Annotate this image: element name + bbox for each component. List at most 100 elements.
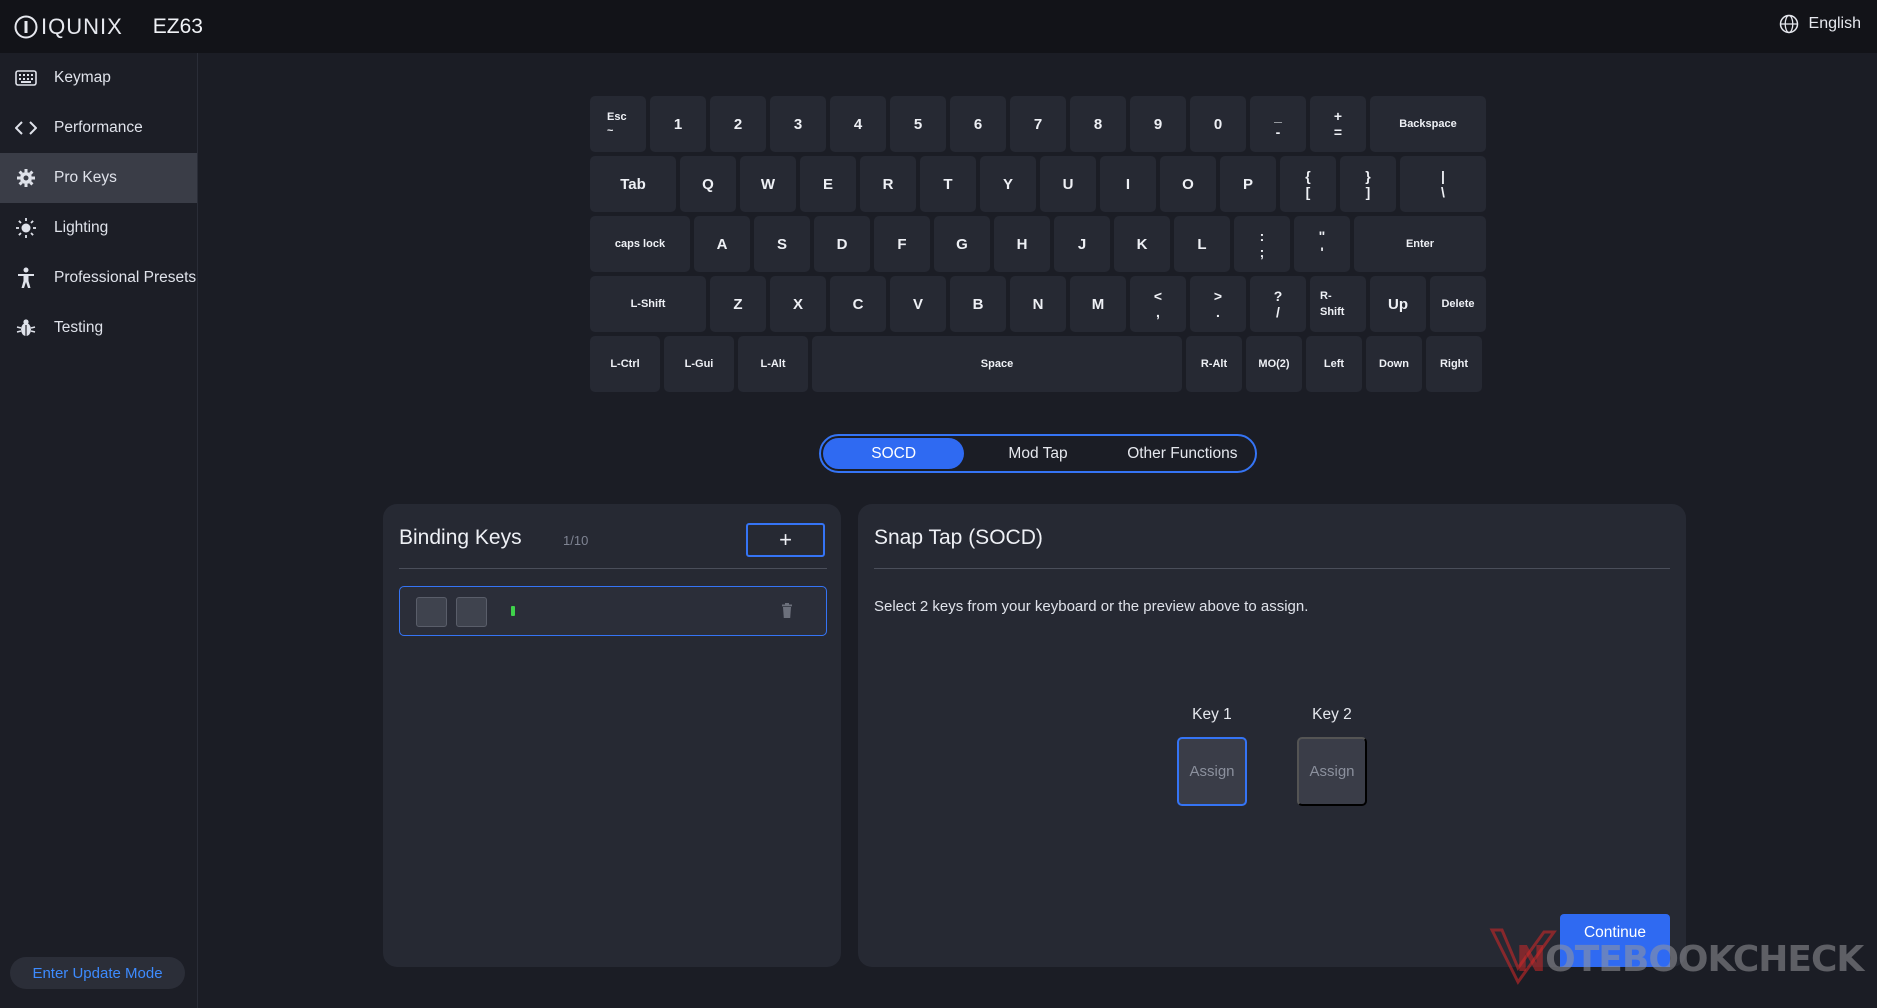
- key-top-legend: |: [1441, 168, 1445, 184]
- key-top-legend: Esc: [607, 111, 627, 123]
- key-bottom-legend: =: [1333, 124, 1343, 140]
- key-f[interactable]: F: [874, 216, 930, 272]
- key-x[interactable]: X: [770, 276, 826, 332]
- key-l-ctrl[interactable]: L-Ctrl: [590, 336, 660, 392]
- key-h[interactable]: H: [994, 216, 1050, 272]
- sidebar-item-testing[interactable]: Testing: [0, 303, 197, 353]
- key-[interactable]: ? /: [1250, 276, 1306, 332]
- tab-mod-tap[interactable]: Mod Tap: [964, 438, 1111, 469]
- key-5[interactable]: 5: [890, 96, 946, 152]
- key-2[interactable]: 2: [710, 96, 766, 152]
- top-bar: IQUNIX EZ63 English: [0, 0, 1877, 53]
- key-0[interactable]: 0: [1190, 96, 1246, 152]
- language-selector[interactable]: English: [1779, 14, 1861, 34]
- key-n[interactable]: N: [1010, 276, 1066, 332]
- key-up[interactable]: Up: [1370, 276, 1426, 332]
- key-right[interactable]: Right: [1426, 336, 1482, 392]
- brand-logo: IQUNIX: [13, 14, 123, 40]
- key-bottom-legend: ~: [607, 125, 614, 137]
- key-i[interactable]: I: [1100, 156, 1156, 212]
- key-m[interactable]: M: [1070, 276, 1126, 332]
- key-enter[interactable]: Enter: [1354, 216, 1486, 272]
- key-y[interactable]: Y: [980, 156, 1036, 212]
- key-bottom-legend: /: [1276, 304, 1280, 320]
- key-top-legend: _: [1274, 108, 1282, 124]
- sidebar-item-keymap[interactable]: Keymap: [0, 53, 197, 103]
- key-[interactable]: <,: [1130, 276, 1186, 332]
- key-9[interactable]: 9: [1130, 96, 1186, 152]
- key-w[interactable]: W: [740, 156, 796, 212]
- binding-row[interactable]: [399, 586, 827, 636]
- key-top-legend: }: [1365, 168, 1371, 184]
- assign-key2-button[interactable]: Assign: [1297, 737, 1367, 806]
- key-[interactable]: " ': [1294, 216, 1350, 272]
- key-4[interactable]: 4: [830, 96, 886, 152]
- key-[interactable]: >.: [1190, 276, 1246, 332]
- key-6[interactable]: 6: [950, 96, 1006, 152]
- binding-key-slot-1[interactable]: [416, 597, 447, 627]
- key-[interactable]: :;: [1234, 216, 1290, 272]
- key-bottom-legend: ': [1320, 244, 1324, 260]
- key-1[interactable]: 1: [650, 96, 706, 152]
- key-l[interactable]: L: [1174, 216, 1230, 272]
- key-bottom-legend: ,: [1156, 304, 1160, 320]
- key-left[interactable]: Left: [1306, 336, 1362, 392]
- tab-socd[interactable]: SOCD: [823, 438, 965, 469]
- key-[interactable]: {[: [1280, 156, 1336, 212]
- binding-key-slot-2[interactable]: [456, 597, 487, 627]
- key-[interactable]: }]: [1340, 156, 1396, 212]
- key-space[interactable]: Space: [812, 336, 1182, 392]
- sidebar-item-lighting[interactable]: Lighting: [0, 203, 197, 253]
- assign-key1-button[interactable]: Assign: [1177, 737, 1247, 806]
- key-e[interactable]: E: [800, 156, 856, 212]
- key-u[interactable]: U: [1040, 156, 1096, 212]
- sidebar-item-label: Performance: [54, 119, 143, 136]
- sidebar-item-performance[interactable]: Performance: [0, 103, 197, 153]
- key-top-legend: ": [1318, 228, 1326, 244]
- key-8[interactable]: 8: [1070, 96, 1126, 152]
- key-[interactable]: + =: [1310, 96, 1366, 152]
- key-a[interactable]: A: [694, 216, 750, 272]
- key-esc[interactable]: Esc ~: [590, 96, 646, 152]
- trash-icon[interactable]: [781, 603, 793, 619]
- key-j[interactable]: J: [1054, 216, 1110, 272]
- key-[interactable]: | \: [1400, 156, 1486, 212]
- key-l-shift[interactable]: L-Shift: [590, 276, 706, 332]
- key-b[interactable]: B: [950, 276, 1006, 332]
- key-k[interactable]: K: [1114, 216, 1170, 272]
- key-r[interactable]: R- Shift: [1310, 276, 1366, 332]
- key-7[interactable]: 7: [1010, 96, 1066, 152]
- key-r-alt[interactable]: R-Alt: [1186, 336, 1242, 392]
- key-p[interactable]: P: [1220, 156, 1276, 212]
- key-t[interactable]: T: [920, 156, 976, 212]
- key-bottom-legend: ]: [1365, 184, 1371, 200]
- enter-update-mode-button[interactable]: Enter Update Mode: [10, 957, 185, 989]
- key-g[interactable]: G: [934, 216, 990, 272]
- key-delete[interactable]: Delete: [1430, 276, 1486, 332]
- key-backspace[interactable]: Backspace: [1370, 96, 1486, 152]
- key-l-gui[interactable]: L-Gui: [664, 336, 734, 392]
- status-indicator: [511, 606, 515, 616]
- key-[interactable]: _ -: [1250, 96, 1306, 152]
- key-c[interactable]: C: [830, 276, 886, 332]
- key-s[interactable]: S: [754, 216, 810, 272]
- key-mo-2[interactable]: MO(2): [1246, 336, 1302, 392]
- language-label: English: [1808, 15, 1861, 32]
- key-3[interactable]: 3: [770, 96, 826, 152]
- tab-other-functions[interactable]: Other Functions: [1112, 438, 1253, 469]
- key-z[interactable]: Z: [710, 276, 766, 332]
- add-binding-button[interactable]: +: [746, 523, 825, 557]
- key-l-alt[interactable]: L-Alt: [738, 336, 808, 392]
- key-q[interactable]: Q: [680, 156, 736, 212]
- key-caps-lock[interactable]: caps lock: [590, 216, 690, 272]
- sidebar-item-pro-keys[interactable]: Pro Keys: [0, 153, 197, 203]
- key-r[interactable]: R: [860, 156, 916, 212]
- sidebar-item-professional-presets[interactable]: Professional Presets: [0, 253, 197, 303]
- binding-count: 1/10: [563, 533, 589, 548]
- key-tab[interactable]: Tab: [590, 156, 676, 212]
- key-o[interactable]: O: [1160, 156, 1216, 212]
- key-d[interactable]: D: [814, 216, 870, 272]
- key-down[interactable]: Down: [1366, 336, 1422, 392]
- key-bottom-legend: [: [1305, 184, 1311, 200]
- key-v[interactable]: V: [890, 276, 946, 332]
